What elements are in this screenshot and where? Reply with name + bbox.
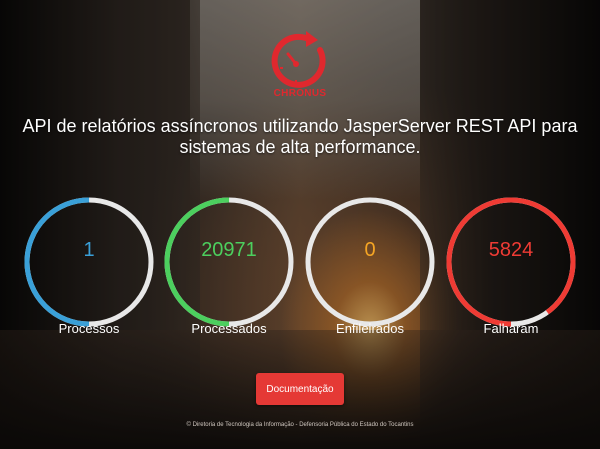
page-headline: API de relatórios assíncronos utilizando… xyxy=(22,116,578,157)
stat-enfileirados-value: 0 xyxy=(364,239,376,261)
stat-enfileirados: 0 Enfileirados xyxy=(305,197,435,342)
stat-enfileirados-label: Enfileirados xyxy=(336,321,404,336)
documentation-button[interactable]: Documentação xyxy=(256,373,344,405)
stat-enfileirados-ring xyxy=(305,197,435,327)
stat-processos-label: Processos xyxy=(58,321,120,336)
stat-processos: 1 Processos xyxy=(24,197,154,342)
footer-copyright: © Diretoria de Tecnologia da Informação … xyxy=(186,422,414,428)
stat-falharam: 5824 Falharam xyxy=(446,197,576,342)
stat-falharam-ring xyxy=(446,197,576,327)
stat-processados-label: Processados xyxy=(191,321,267,336)
stat-falharam-value: 5824 xyxy=(488,239,534,261)
stat-processados: 20971 Processados xyxy=(164,197,294,342)
stat-falharam-label: Falharam xyxy=(483,321,539,336)
brand-name: CHRONUS xyxy=(273,88,327,99)
stat-processos-ring xyxy=(24,197,154,327)
ring-track xyxy=(305,197,435,327)
ring-progress xyxy=(446,197,576,327)
stat-processados-value: 20971 xyxy=(201,239,257,261)
stat-processos-value: 1 xyxy=(83,239,95,261)
stat-processados-ring xyxy=(164,197,294,327)
